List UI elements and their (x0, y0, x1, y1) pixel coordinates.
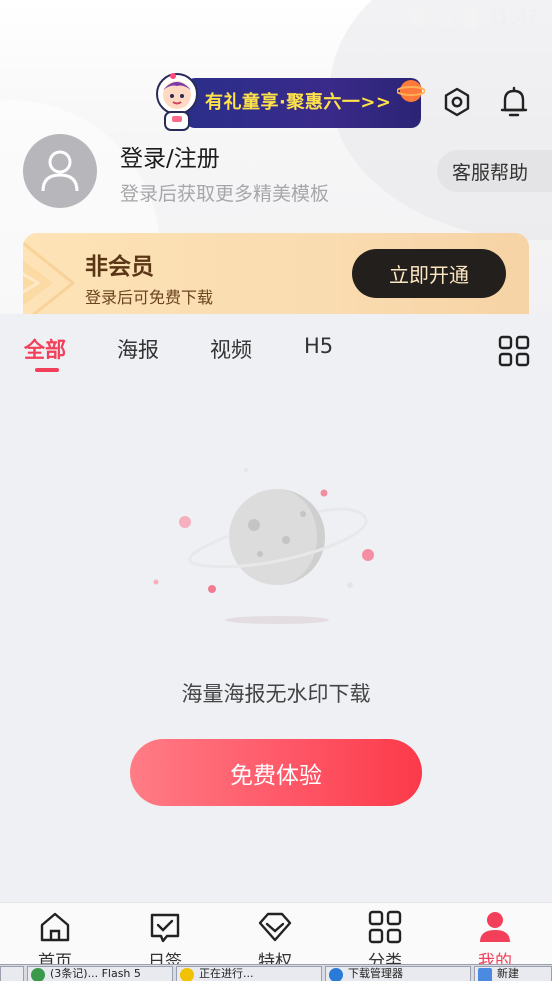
tab-poster[interactable]: 海报 (117, 334, 159, 364)
bottom-navigation: 首页 日签 特权 分类 我的 (0, 902, 552, 972)
empty-state-text: 海量海报无水印下载 (181, 682, 371, 706)
nav-daily[interactable]: 日签 (110, 903, 220, 972)
nav-privilege[interactable]: 特权 (220, 903, 330, 972)
wifi-icon (405, 8, 430, 28)
status-bar: 11:47 (405, 6, 538, 30)
diamond-icon (258, 912, 292, 942)
home-icon (40, 912, 70, 942)
astronaut-icon (156, 73, 198, 131)
desktop-taskbar: (3条记)... Flash 5 正在进行... 下载管理器 新建 (0, 964, 552, 981)
active-tab-indicator (35, 368, 59, 372)
tab-video[interactable]: 视频 (210, 334, 252, 364)
tab-h5[interactable]: H5 (304, 334, 333, 358)
free-trial-button[interactable]: 免费体验 (130, 739, 422, 806)
nav-category[interactable]: 分类 (330, 903, 440, 972)
calendar-check-icon (150, 913, 180, 943)
app-icon (478, 968, 492, 981)
activate-membership-button[interactable]: 立即开通 (352, 249, 506, 298)
nav-home[interactable]: 首页 (0, 903, 110, 972)
login-register-link[interactable]: 登录/注册 (120, 139, 220, 173)
user-icon (41, 150, 79, 192)
tab-all[interactable]: 全部 (24, 334, 66, 364)
planet-icon (397, 80, 425, 102)
avatar[interactable] (23, 134, 97, 208)
app-icon (31, 968, 45, 981)
status-time: 11:47 (487, 6, 538, 29)
grid-icon (368, 910, 402, 944)
taskbar-item[interactable]: (3条记)... Flash 5 (27, 966, 173, 981)
customer-service-button[interactable]: 客服帮助 (437, 150, 552, 192)
category-tabs: 全部 海报 视频 H5 (0, 334, 552, 374)
settings-icon[interactable] (437, 82, 477, 122)
signal-icon (440, 8, 454, 28)
taskbar-item[interactable]: 下载管理器 (325, 966, 471, 981)
empty-state-planet-illustration (153, 468, 374, 624)
promo-text: 有礼童享·聚惠六一>> (205, 92, 392, 113)
taskbar-start[interactable] (0, 966, 24, 981)
promo-banner[interactable]: 有礼童享·聚惠六一>> (143, 72, 425, 132)
app-icon (180, 968, 194, 981)
taskbar-item[interactable]: 新建 (474, 966, 552, 981)
user-icon (480, 912, 510, 942)
bell-icon[interactable] (494, 82, 534, 122)
layout-grid-icon[interactable] (497, 334, 531, 368)
battery-icon (464, 7, 478, 29)
login-hint: 登录后获取更多精美模板 (120, 183, 330, 205)
app-icon (329, 968, 343, 981)
membership-hint: 登录后可免费下载 (85, 288, 214, 307)
taskbar-item[interactable]: 正在进行... (176, 966, 322, 981)
membership-status: 非会员 (85, 254, 154, 280)
nav-mine[interactable]: 我的 (440, 903, 550, 972)
